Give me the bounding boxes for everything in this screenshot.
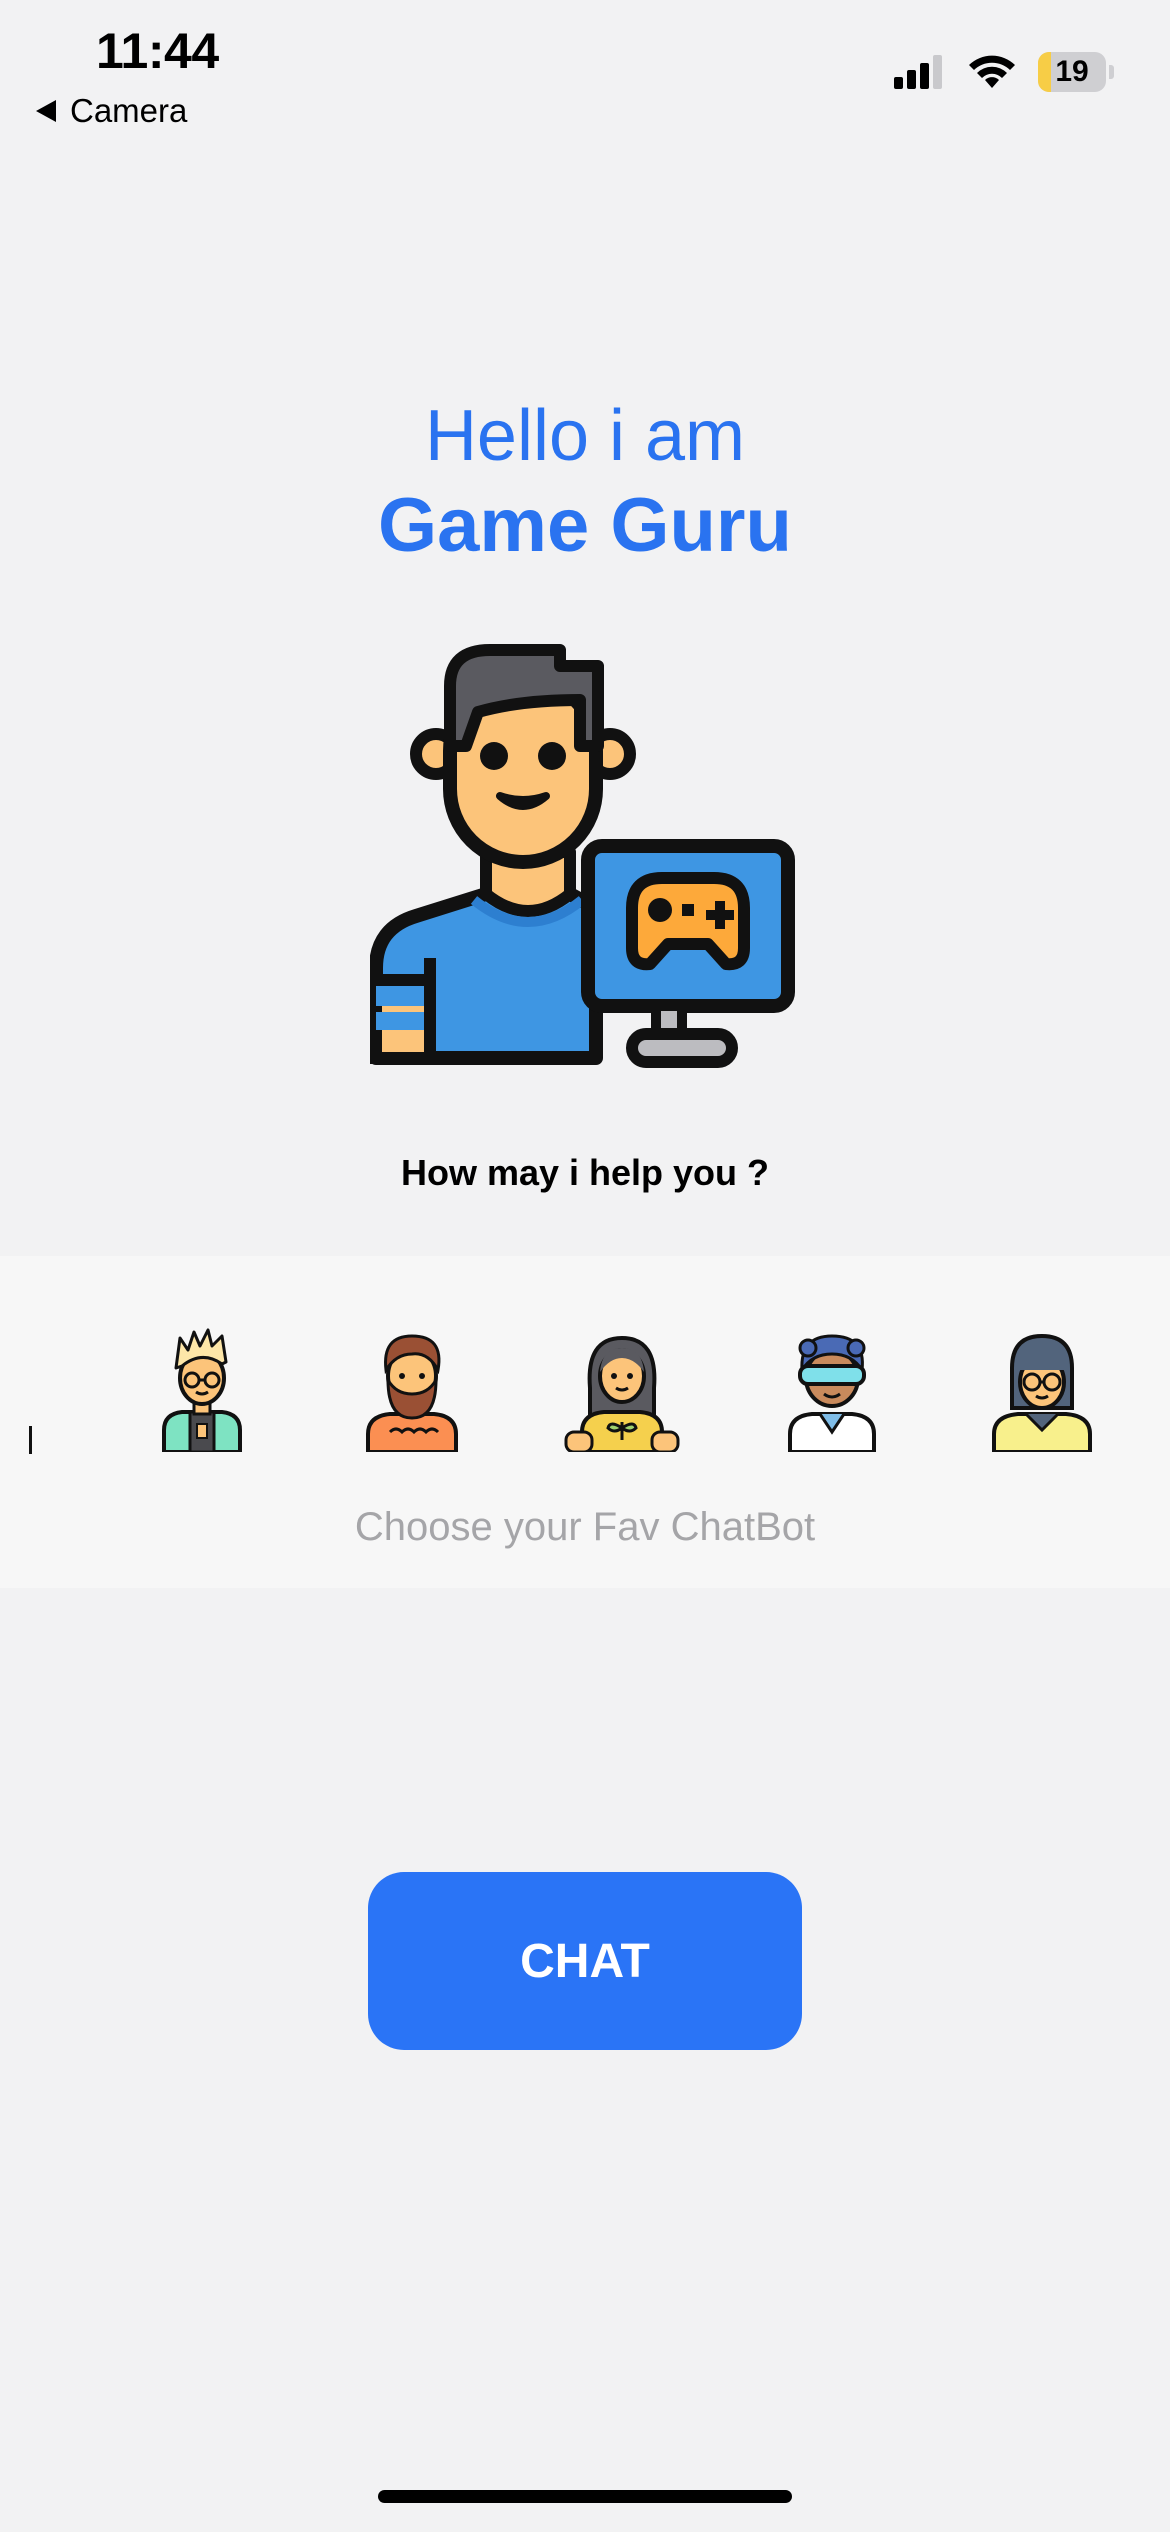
greeting-line: Hello i am bbox=[424, 396, 746, 476]
scroll-indicator bbox=[29, 1426, 32, 1454]
back-label: Camera bbox=[70, 92, 188, 129]
battery-nub bbox=[1109, 65, 1114, 79]
back-to-camera-link[interactable]: Camera bbox=[36, 92, 187, 130]
clock: 11:44 bbox=[96, 23, 219, 79]
home-indicator[interactable] bbox=[378, 2490, 792, 2503]
plant-bot-avatar[interactable] bbox=[562, 1328, 682, 1452]
glasses-bot-avatar[interactable] bbox=[982, 1328, 1102, 1452]
status-icons: 19 bbox=[894, 52, 1114, 92]
battery-icon: 19 bbox=[1038, 52, 1106, 92]
battery-level: 19 bbox=[1055, 55, 1089, 88]
back-arrow-icon bbox=[36, 100, 56, 122]
bearded-bot-avatar[interactable] bbox=[352, 1328, 472, 1452]
battery-fill bbox=[1038, 52, 1051, 92]
choose-chatbot-caption: Choose your Fav ChatBot bbox=[354, 1505, 816, 1549]
gamer-bot-illustration bbox=[370, 644, 795, 1068]
wifi-icon bbox=[969, 55, 1015, 88]
help-prompt: How may i help you ? bbox=[400, 1152, 770, 1193]
chat-button[interactable]: CHAT bbox=[368, 1872, 802, 2050]
nerd-bot-avatar[interactable] bbox=[142, 1328, 262, 1452]
greeting-header: Hello i am Game Guru bbox=[0, 392, 1170, 572]
signal-icon bbox=[894, 55, 942, 89]
scientist-bot-avatar[interactable] bbox=[772, 1328, 892, 1452]
bot-name: Game Guru bbox=[378, 483, 792, 568]
status-bar: 11:44 Camera 19 bbox=[0, 0, 1170, 150]
